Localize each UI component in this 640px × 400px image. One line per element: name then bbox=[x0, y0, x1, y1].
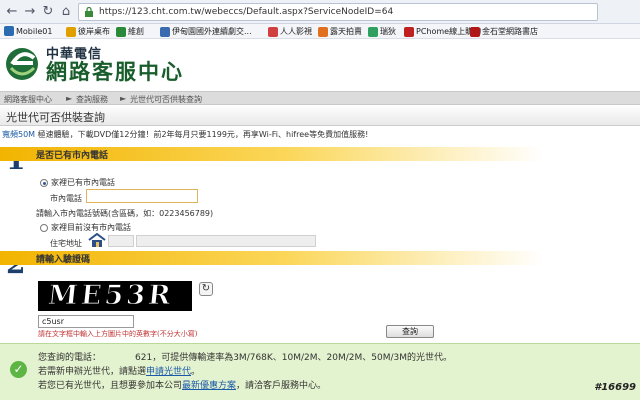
bookmark-favicon-icon bbox=[4, 26, 14, 36]
bookmark-favicon-icon bbox=[368, 26, 378, 37]
phone-label: 市內電話 bbox=[50, 194, 82, 203]
no-phone-label: 家裡目前沒有市內電話 bbox=[51, 223, 131, 232]
reload-icon[interactable]: ↻ bbox=[40, 4, 56, 20]
apply-suffix: 。 bbox=[191, 367, 201, 377]
bookmark-label: 金石堂網路書店 bbox=[482, 27, 538, 36]
masked-number bbox=[101, 352, 136, 360]
bookmark-item[interactable]: 彼岸桌布 bbox=[66, 26, 110, 37]
breadcrumb-home[interactable]: 網路客服中心 bbox=[4, 94, 52, 105]
breadcrumb: 網路客服中心 ► 查詢服務 ► 光世代可否供裝查詢 bbox=[0, 91, 640, 105]
promo-prefix: 若您已有光世代，且想要參加本公司 bbox=[38, 381, 183, 391]
step1-heading: 是否已有市內電話 bbox=[36, 151, 109, 161]
step1-band: 是否已有市內電話 bbox=[0, 147, 640, 161]
bookmark-favicon-icon bbox=[66, 26, 76, 37]
captcha-input[interactable]: c5usr bbox=[38, 315, 134, 328]
bookmark-item[interactable]: 伊甸園國外連續劇交... bbox=[160, 26, 252, 37]
has-phone-radio[interactable] bbox=[40, 178, 48, 187]
bookmark-label: 露天拍賣 bbox=[330, 27, 362, 36]
forward-icon[interactable]: → bbox=[22, 4, 38, 20]
check-icon: ✓ bbox=[10, 361, 27, 378]
bookmark-item[interactable]: 瑞狄 bbox=[368, 26, 396, 37]
promo-text: 寬頻50M 極速體驗，下載DVD僅12分鐘！前2年每月只要1199元，再享Wi-… bbox=[2, 129, 368, 140]
bookmark-label: 瑞狄 bbox=[380, 27, 396, 36]
captcha-text: ME53R bbox=[46, 281, 176, 311]
house-icon[interactable] bbox=[88, 233, 106, 247]
result-line-1: 您查詢的電話： 621，可提供傳輸速率為3M/768K、10M/2M、20M/2M… bbox=[38, 350, 452, 363]
captcha-image: ME53R bbox=[38, 281, 192, 311]
breadcrumb-current: 光世代可否供裝查詢 bbox=[130, 95, 202, 104]
home-icon[interactable]: ⌂ bbox=[58, 4, 74, 20]
address-bar[interactable]: https://123.cht.com.tw/webeccs/Default.a… bbox=[78, 3, 598, 21]
address-label: 住宅地址 bbox=[50, 239, 82, 248]
browser-toolbar: ← → ↻ ⌂ https://123.cht.com.tw/webeccs/D… bbox=[0, 0, 640, 24]
result-line-2: 若需新申辦光世代，請點選申請光世代。 bbox=[38, 364, 200, 377]
latest-offer-link[interactable]: 最新優惠方案 bbox=[182, 381, 236, 391]
result-line-3: 若您已有光世代，且想要參加本公司最新優惠方案，請洽客戶服務中心。 bbox=[38, 378, 326, 391]
phone-input[interactable] bbox=[86, 189, 198, 203]
apply-link[interactable]: 申請光世代 bbox=[146, 367, 191, 377]
refresh-captcha-icon[interactable]: ↻ bbox=[199, 282, 213, 296]
no-phone-radio[interactable] bbox=[40, 223, 48, 232]
bookmarks-bar: Mobile01 彼岸桌布 維創 伊甸園國外連續劇交... 人人影視 露天拍賣 瑞狄 PCho… bbox=[0, 24, 640, 39]
url-text: https://123.cht.com.tw/webeccs/Default.a… bbox=[99, 7, 394, 17]
promo-body: 極速體驗，下載DVD僅12分鐘！前2年每月只要1199元，再享Wi-Fi、hif… bbox=[35, 130, 369, 139]
bookmark-favicon-icon bbox=[404, 26, 414, 37]
bookmark-item[interactable]: 露天拍賣 bbox=[318, 26, 362, 37]
no-phone-option[interactable]: 家裡目前沒有市內電話 bbox=[40, 222, 131, 233]
apply-prefix: 若需新申辦光世代，請點選 bbox=[38, 367, 147, 377]
promo-link[interactable]: 寬頻50M bbox=[2, 130, 35, 139]
bookmark-favicon-icon bbox=[318, 26, 328, 37]
lock-icon bbox=[85, 7, 93, 17]
bookmark-favicon-icon bbox=[116, 26, 126, 37]
result-number-tail: 621 bbox=[135, 353, 153, 363]
bookmark-favicon-icon bbox=[470, 26, 480, 37]
bookmark-favicon-icon bbox=[268, 26, 278, 37]
watermark: #16699 bbox=[594, 382, 636, 393]
step2-heading: 請輸入驗證碼 bbox=[36, 255, 91, 265]
query-button[interactable]: 查詢 bbox=[386, 325, 434, 338]
chunghwa-logo-icon bbox=[6, 48, 38, 80]
bookmark-favicon-icon bbox=[160, 26, 170, 37]
captcha-hint: 請在文字框中輸入上方圖片中的英數字(不分大小寫) bbox=[38, 330, 198, 338]
bookmark-item[interactable]: Mobile01 bbox=[4, 26, 52, 36]
phone-instruction: 請輸入市內電話號碼(含區碼，如：0223456789) bbox=[36, 209, 214, 218]
step2-band: 請輸入驗證碼 bbox=[0, 251, 640, 265]
bookmark-label: 維創 bbox=[128, 27, 144, 36]
has-phone-option[interactable]: 家裡已有市內電話 bbox=[40, 177, 115, 188]
result-speeds: ，可提供傳輸速率為3M/768K、10M/2M、20M/2M、50M/3M的光世… bbox=[152, 353, 453, 363]
back-icon[interactable]: ← bbox=[4, 4, 20, 20]
page-title-bar: 光世代可否供裝查詢 bbox=[0, 106, 640, 126]
bookmark-label: Mobile01 bbox=[16, 26, 53, 36]
bookmark-item[interactable]: 金石堂網路書店 bbox=[470, 26, 538, 37]
chevron-right-icon: ► bbox=[66, 94, 73, 103]
site-title: 網路客服中心 bbox=[46, 60, 184, 84]
bookmark-item[interactable]: 維創 bbox=[116, 26, 144, 37]
has-phone-label: 家裡已有市內電話 bbox=[51, 178, 115, 187]
bookmark-label: 伊甸園國外連續劇交... bbox=[172, 27, 252, 36]
bookmark-label: 人人影視 bbox=[280, 27, 312, 36]
bookmark-item[interactable]: 人人影視 bbox=[268, 26, 312, 37]
result-prefix: 您查詢的電話： bbox=[38, 353, 102, 363]
address-field[interactable] bbox=[136, 235, 316, 247]
bookmark-label: 彼岸桌布 bbox=[78, 27, 110, 36]
breadcrumb-query[interactable]: 查詢服務 bbox=[76, 94, 108, 105]
page-title: 光世代可否供裝查詢 bbox=[6, 111, 105, 124]
address-zip-field[interactable] bbox=[108, 235, 134, 247]
promo-suffix: ，請洽客戶服務中心。 bbox=[236, 381, 327, 391]
chevron-right-icon: ► bbox=[120, 94, 127, 103]
